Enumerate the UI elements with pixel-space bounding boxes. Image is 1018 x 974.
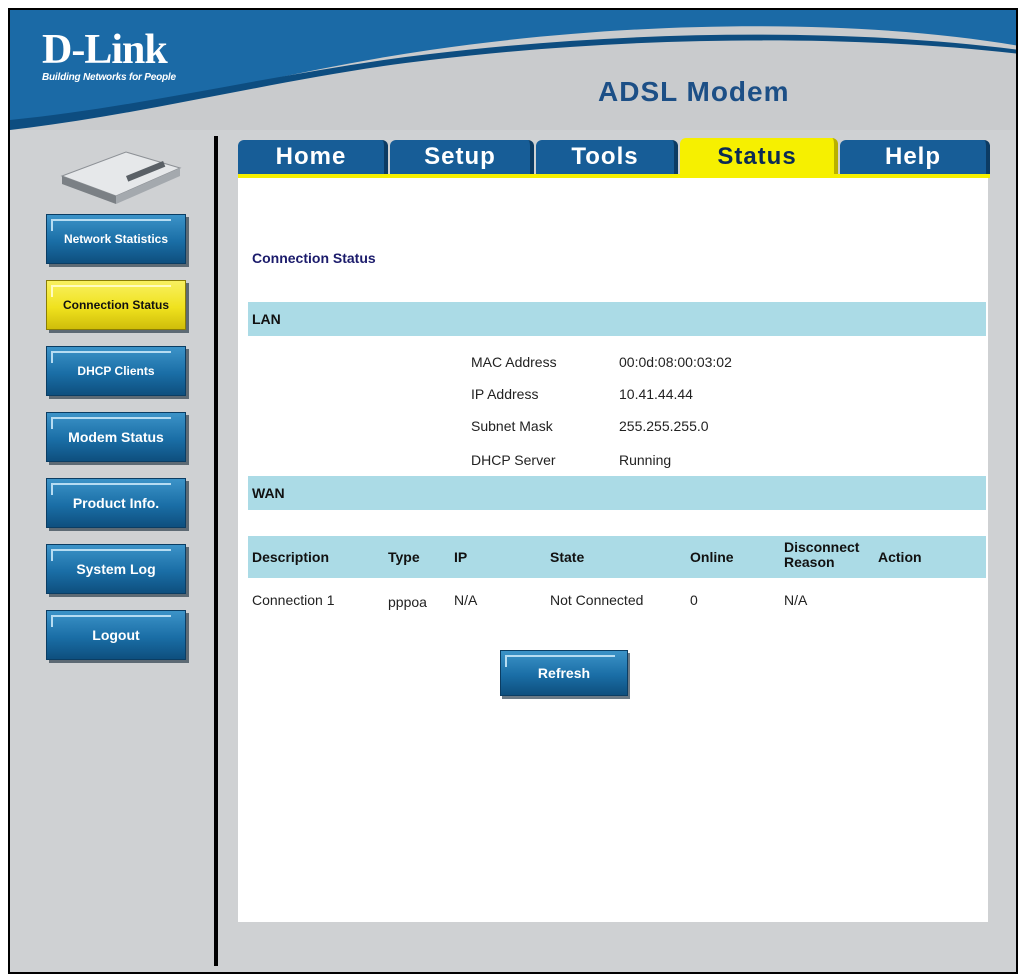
lan-dhcp-row: DHCP Server Running xyxy=(471,452,671,468)
tab-home[interactable]: Home xyxy=(238,140,388,174)
page-frame: D-Link Building Networks for People ADSL… xyxy=(8,8,1018,974)
wan-section-bar: WAN xyxy=(248,476,986,510)
lan-mac-value: 00:0d:08:00:03:02 xyxy=(619,354,732,370)
product-title: ADSL Modem xyxy=(598,76,790,107)
refresh-button[interactable]: Refresh xyxy=(500,650,628,696)
sidebar-item-dhcp-clients[interactable]: DHCP Clients xyxy=(46,346,186,396)
tab-status[interactable]: Status xyxy=(680,138,838,176)
sidebar-item-product-info[interactable]: Product Info. xyxy=(46,478,186,528)
dlink-logo: D-Link Building Networks for People xyxy=(42,27,176,83)
sidebar-nav: Network Statistics Connection Status DHC… xyxy=(46,214,186,676)
lan-subnet-row: Subnet Mask 255.255.255.0 xyxy=(471,418,709,434)
sidebar-item-logout[interactable]: Logout xyxy=(46,610,186,660)
lan-mac-label: MAC Address xyxy=(471,354,557,370)
wan-row-reason: N/A xyxy=(784,592,808,608)
lan-dhcp-value: Running xyxy=(619,452,672,468)
col-reason: Reason xyxy=(784,554,835,570)
sidebar-item-network-statistics[interactable]: Network Statistics xyxy=(46,214,186,264)
col-ip: IP xyxy=(454,549,468,565)
wan-row-ip: N/A xyxy=(454,592,478,608)
brand-tagline: Building Networks for People xyxy=(42,72,176,83)
main-content: Connection Status LAN MAC Address 00:0d:0… xyxy=(238,178,988,922)
top-tabs: Home Setup Tools Status Help xyxy=(238,136,990,176)
wan-row-state: Not Connected xyxy=(550,592,644,608)
tab-tools[interactable]: Tools xyxy=(536,140,678,174)
lan-subnet-label: Subnet Mask xyxy=(471,418,553,434)
wan-row-online: 0 xyxy=(690,592,698,608)
lan-ip-row: IP Address 10.41.44.44 xyxy=(471,386,693,402)
col-description: Description xyxy=(252,549,330,565)
modem-device-icon xyxy=(60,151,182,204)
sidebar-item-modem-status[interactable]: Modem Status xyxy=(46,412,186,462)
tab-setup[interactable]: Setup xyxy=(390,140,534,174)
lan-mac-row: MAC Address 00:0d:08:00:03:02 xyxy=(471,354,732,370)
col-state: State xyxy=(550,549,585,565)
col-action: Action xyxy=(878,549,922,565)
col-online: Online xyxy=(690,549,734,565)
header: D-Link Building Networks for People ADSL… xyxy=(10,10,1016,130)
wan-table-header xyxy=(248,536,986,578)
sidebar-item-connection-status[interactable]: Connection Status xyxy=(46,280,186,330)
lan-dhcp-label: DHCP Server xyxy=(471,452,556,468)
vertical-divider xyxy=(214,136,218,966)
lan-ip-label: IP Address xyxy=(471,386,539,402)
brand-name: D-Link xyxy=(42,27,168,73)
wan-row-description: Connection 1 xyxy=(252,592,335,608)
col-type: Type xyxy=(388,549,420,565)
col-disconnect: Disconnect xyxy=(784,539,860,555)
lan-ip-value: 10.41.44.44 xyxy=(619,386,693,402)
tab-help[interactable]: Help xyxy=(840,140,990,174)
lan-section-bar: LAN xyxy=(248,302,986,336)
sidebar-item-system-log[interactable]: System Log xyxy=(46,544,186,594)
wan-row-type: pppoa xyxy=(388,594,427,610)
page-title: Connection Status xyxy=(252,250,376,266)
lan-subnet-value: 255.255.255.0 xyxy=(619,418,709,434)
